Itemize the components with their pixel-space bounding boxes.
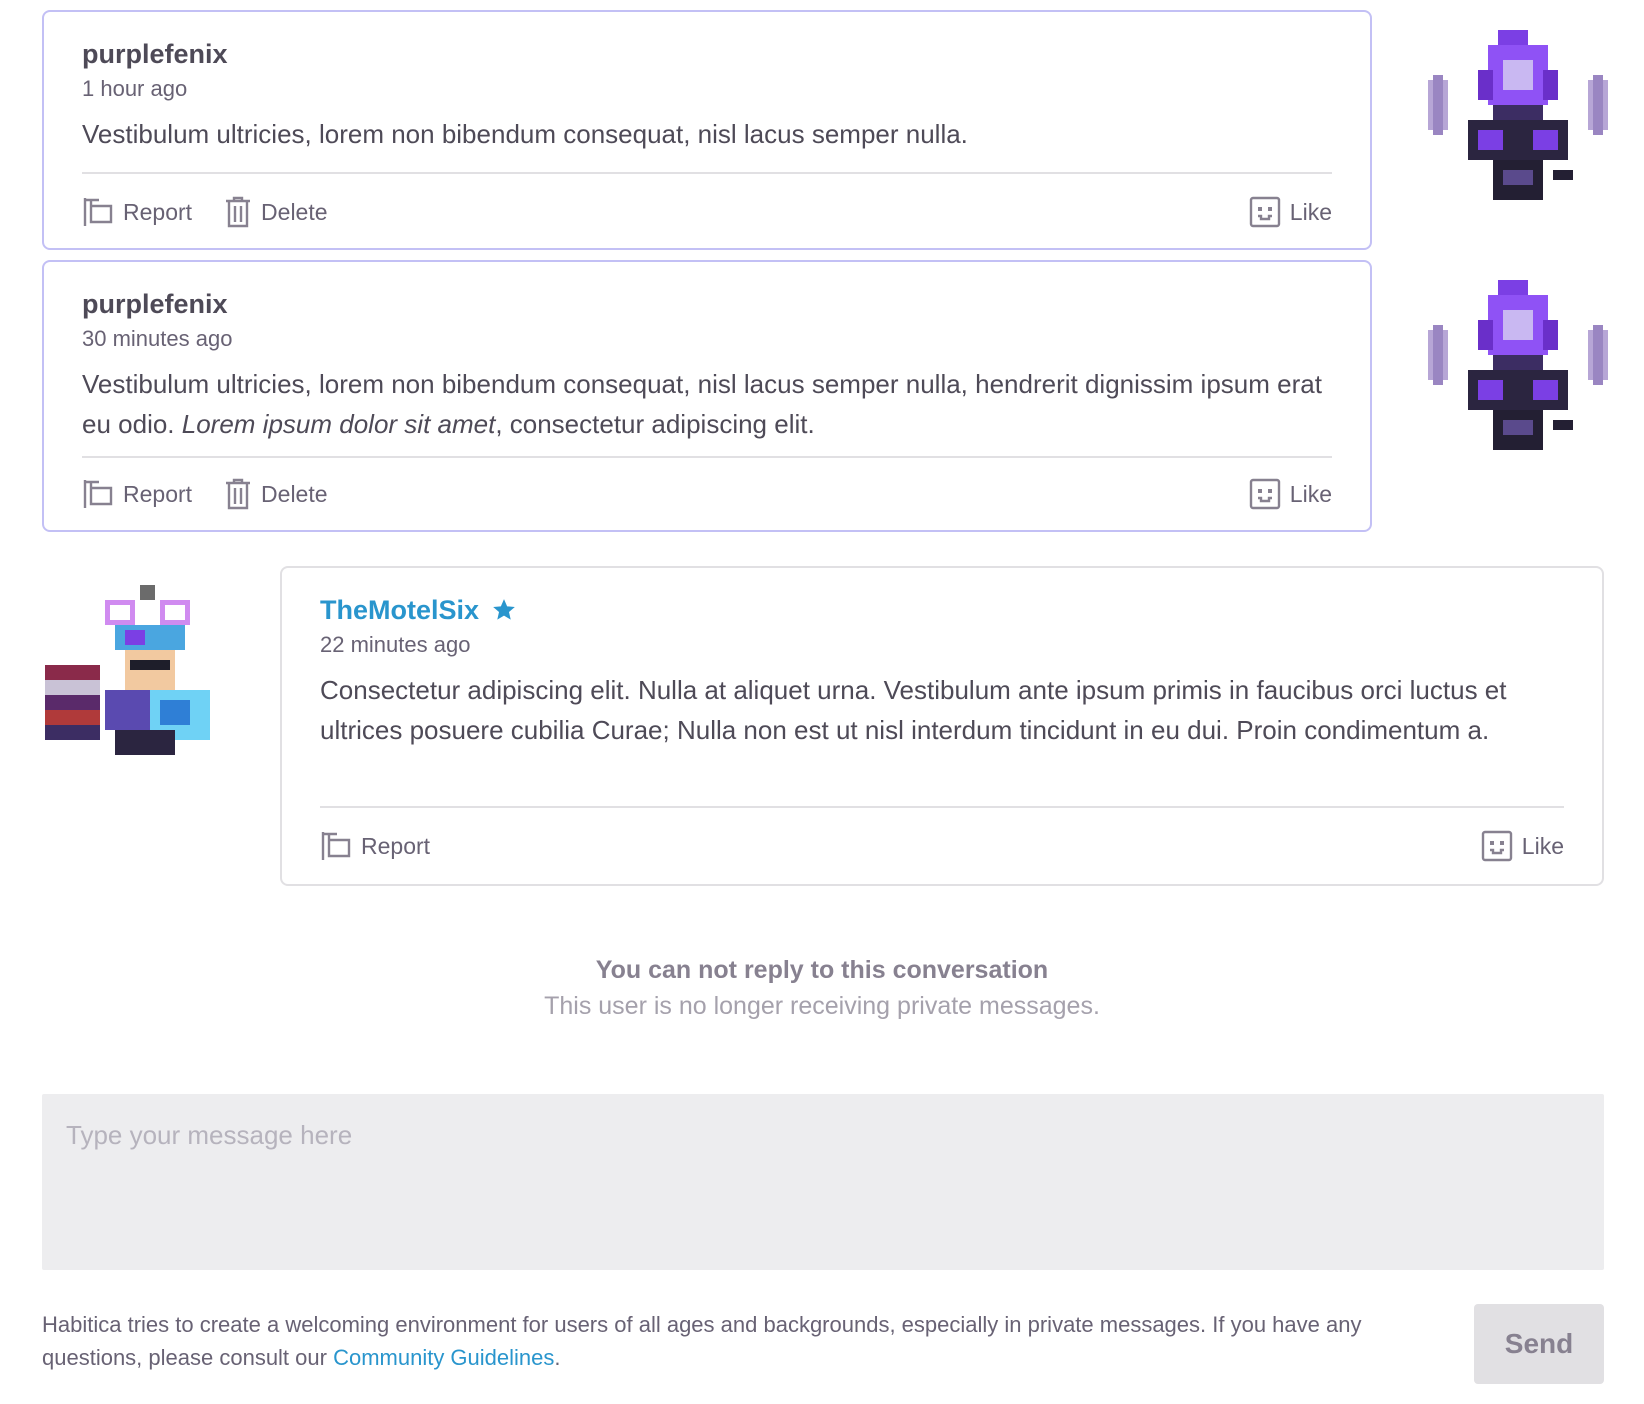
delete-label: Delete [261, 198, 328, 225]
like-face-icon [1481, 830, 1512, 862]
report-button[interactable]: Report [82, 478, 192, 510]
like-label: Like [1289, 480, 1332, 507]
notice-subtitle: This user is no longer receiving private… [544, 992, 1100, 1020]
like-face-icon [1249, 478, 1280, 510]
avatar[interactable] [1418, 20, 1618, 220]
message-divider [82, 172, 1332, 174]
report-flag-icon [83, 480, 113, 508]
report-button[interactable]: Report [320, 830, 430, 862]
message-actions: Report Delete Like [82, 474, 1332, 514]
message-text: Vestibulum ultricies, lorem non bibendum… [82, 364, 1332, 444]
message-time: 22 minutes ago [320, 632, 471, 657]
message-text-part: , consectetur adipiscing elit. [495, 409, 815, 439]
message-card: purplefenix 1 hour ago Vestibulum ultric… [42, 10, 1372, 250]
like-button[interactable]: Like [1249, 196, 1332, 228]
avatar[interactable] [1418, 270, 1618, 470]
message-time: 1 hour ago [82, 76, 188, 101]
like-button[interactable]: Like [1249, 478, 1332, 510]
message-time: 30 minutes ago [82, 326, 233, 351]
message-text: Consectetur adipiscing elit. Nulla at al… [320, 675, 1507, 745]
like-face-icon [1249, 196, 1280, 228]
delete-label: Delete [261, 480, 328, 507]
delete-trash-icon [226, 478, 251, 510]
report-flag-icon [321, 832, 351, 860]
avatar[interactable] [40, 580, 240, 780]
report-label: Report [123, 198, 193, 225]
report-button[interactable]: Report [82, 196, 192, 228]
username-text: TheMotelSix [320, 595, 480, 625]
message-text: Vestibulum ultricies, lorem non bibendum… [82, 119, 968, 149]
report-label: Report [361, 832, 431, 859]
message-actions: Report Delete Like [82, 192, 1332, 232]
message-username[interactable]: TheMotelSix [320, 592, 517, 628]
message-card: purplefenix 30 minutes ago Vestibulum ul… [42, 260, 1372, 532]
footer-text: Habitica tries to create a welcoming env… [42, 1312, 1362, 1370]
star-icon [493, 599, 515, 620]
reply-disabled-notice: You can not reply to this conversation T… [0, 952, 1644, 1024]
message-input[interactable] [42, 1094, 1604, 1270]
message-divider [82, 456, 1332, 458]
notice-title: You can not reply to this conversation [595, 956, 1049, 984]
message-username[interactable]: purplefenix [82, 286, 228, 322]
message-actions: Report Like [320, 826, 1564, 866]
delete-button[interactable]: Delete [224, 478, 328, 510]
message-text-italic: Lorem ipsum dolor sit amet [181, 409, 496, 439]
send-button[interactable]: Send [1474, 1304, 1604, 1384]
message-card: TheMotelSix 22 minutes ago Consectetur a… [280, 566, 1604, 886]
footer-guidelines-text: Habitica tries to create a welcoming env… [42, 1308, 1422, 1374]
report-label: Report [123, 480, 193, 507]
message-username[interactable]: purplefenix [82, 36, 228, 72]
community-guidelines-link[interactable]: Community Guidelines [333, 1345, 554, 1370]
like-label: Like [1289, 198, 1332, 225]
delete-button[interactable]: Delete [224, 196, 328, 228]
report-flag-icon [83, 198, 113, 226]
footer-end: . [554, 1345, 561, 1370]
like-label: Like [1521, 832, 1564, 859]
like-button[interactable]: Like [1481, 830, 1564, 862]
message-divider [320, 806, 1564, 808]
delete-trash-icon [226, 196, 251, 228]
